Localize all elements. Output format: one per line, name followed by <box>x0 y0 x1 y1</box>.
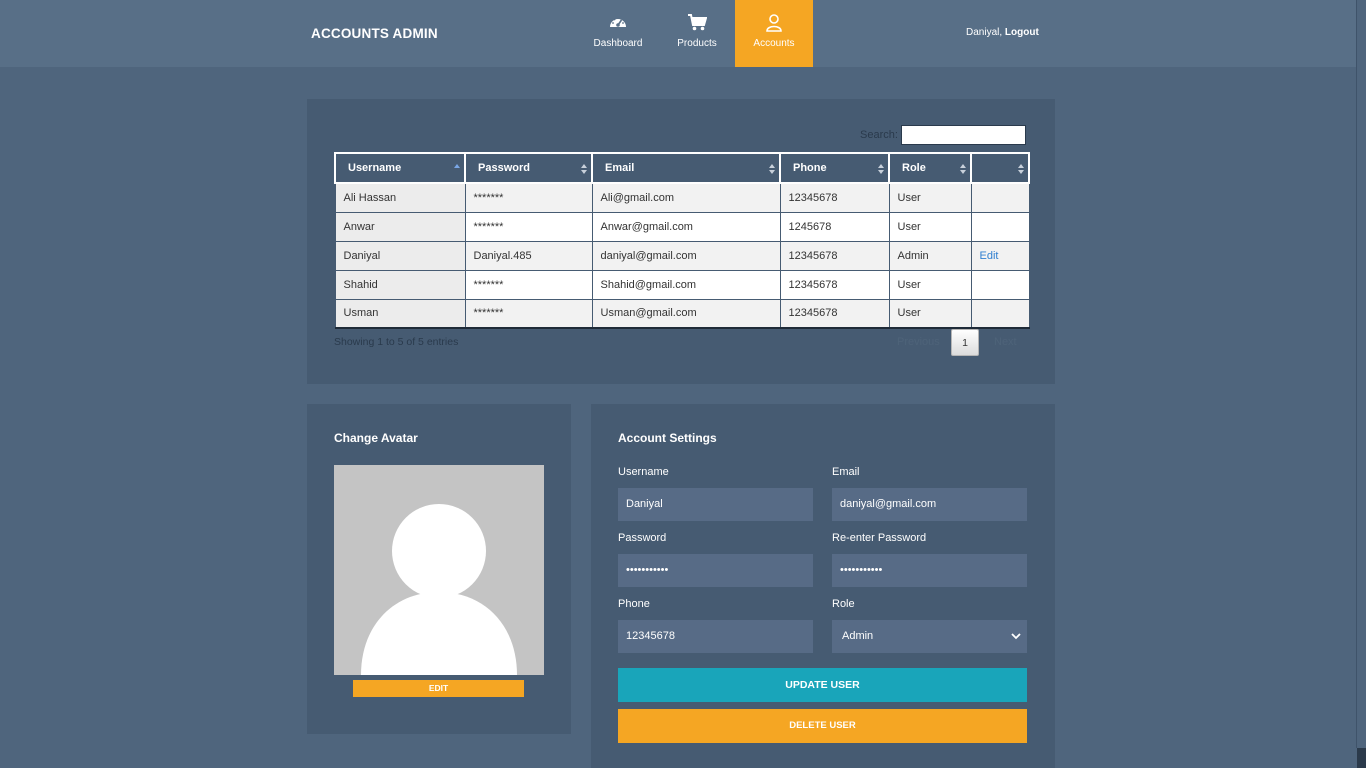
role-select-value: Admin <box>842 630 874 642</box>
logout-link[interactable]: Logout <box>1005 27 1039 38</box>
cell-phone: 12345678 <box>779 240 890 271</box>
pagination-previous[interactable]: Previous <box>897 336 940 348</box>
account-settings-title: Account Settings <box>618 431 717 445</box>
cell-username: Usman <box>334 298 466 329</box>
page-scrollbar[interactable] <box>1356 0 1366 748</box>
speedometer-icon <box>579 14 657 32</box>
cell-action <box>970 298 1030 329</box>
nav-dashboard[interactable]: Dashboard <box>579 0 657 67</box>
cell-password: ******* <box>464 182 593 213</box>
cell-email: Usman@gmail.com <box>591 298 781 329</box>
column-label: Email <box>605 162 635 174</box>
cart-icon <box>658 14 736 32</box>
cell-action <box>970 211 1030 242</box>
delete-user-button[interactable]: DELETE USER <box>618 709 1027 743</box>
cell-phone: 1245678 <box>779 211 890 242</box>
cell-phone: 12345678 <box>779 298 890 329</box>
accounts-table: Username Password Email Phone Role Ali H… <box>334 152 1030 329</box>
password-field[interactable]: ••••••••••• <box>618 554 813 587</box>
avatar-image <box>334 465 544 675</box>
cell-role: User <box>888 182 972 213</box>
nav-products-label: Products <box>677 38 717 49</box>
user-icon <box>735 14 813 32</box>
user-box: Daniyal, Logout <box>966 27 1039 38</box>
cell-role: User <box>888 269 972 300</box>
sort-icon <box>1018 164 1024 174</box>
nav-products[interactable]: Products <box>658 0 736 67</box>
cell-email: Shahid@gmail.com <box>591 269 781 300</box>
table-row: Ali Hassan ******* Ali@gmail.com 1234567… <box>334 182 1030 213</box>
cell-role: Admin <box>888 240 972 271</box>
cell-email: Ali@gmail.com <box>591 182 781 213</box>
pagination-next[interactable]: Next <box>994 336 1017 348</box>
role-label: Role <box>832 598 855 610</box>
cell-username: Ali Hassan <box>334 182 466 213</box>
chevron-down-icon <box>1011 620 1021 667</box>
search-label: Search: <box>860 129 898 141</box>
nav-accounts-label: Accounts <box>753 38 795 49</box>
edit-user-link[interactable]: Edit <box>980 250 999 262</box>
column-header-actions[interactable] <box>970 152 1030 184</box>
cell-password: ******* <box>464 269 593 300</box>
reenter-password-label: Re-enter Password <box>832 532 927 544</box>
scrollbar-corner <box>1357 748 1366 768</box>
column-header-phone[interactable]: Phone <box>779 152 890 184</box>
password-label: Password <box>618 532 667 544</box>
cell-password: Daniyal.485 <box>464 240 593 271</box>
column-label: Phone <box>793 162 827 174</box>
search-input[interactable] <box>901 125 1026 145</box>
email-label: Email <box>832 466 860 478</box>
table-row: Anwar ******* Anwar@gmail.com 1245678 Us… <box>334 211 1030 242</box>
cell-email: daniyal@gmail.com <box>591 240 781 271</box>
cell-role: User <box>888 211 972 242</box>
table-info: Showing 1 to 5 of 5 entries <box>334 336 459 348</box>
cell-password: ******* <box>464 211 593 242</box>
table-row: Usman ******* Usman@gmail.com 12345678 U… <box>334 298 1030 329</box>
column-header-username[interactable]: Username <box>334 152 466 184</box>
column-label: Username <box>348 162 402 174</box>
column-header-role[interactable]: Role <box>888 152 972 184</box>
table-row: Daniyal Daniyal.485 daniyal@gmail.com 12… <box>334 240 1030 271</box>
update-user-button[interactable]: UPDATE USER <box>618 668 1027 702</box>
cell-username: Daniyal <box>334 240 466 271</box>
username-field[interactable]: Daniyal <box>618 488 813 521</box>
column-header-email[interactable]: Email <box>591 152 781 184</box>
nav-dashboard-label: Dashboard <box>593 38 643 49</box>
cell-action: Edit <box>970 240 1030 271</box>
sort-icon <box>878 164 884 174</box>
sort-ascending-icon <box>454 164 460 168</box>
table-header-row: Username Password Email Phone Role <box>334 152 1030 184</box>
table-row: Shahid ******* Shahid@gmail.com 12345678… <box>334 269 1030 300</box>
sort-icon <box>581 164 587 174</box>
cell-password: ******* <box>464 298 593 329</box>
cell-username: Anwar <box>334 211 466 242</box>
cell-phone: 12345678 <box>779 269 890 300</box>
avatar-panel-title: Change Avatar <box>334 431 418 445</box>
phone-field[interactable]: 12345678 <box>618 620 813 653</box>
top-navbar: ACCOUNTS ADMIN Dashboard Products Accoun… <box>0 0 1366 67</box>
edit-avatar-button[interactable]: EDIT <box>353 680 524 697</box>
nav-accounts[interactable]: Accounts <box>735 0 813 67</box>
phone-label: Phone <box>618 598 650 610</box>
cell-username: Shahid <box>334 269 466 300</box>
cell-email: Anwar@gmail.com <box>591 211 781 242</box>
role-select[interactable]: Admin <box>832 620 1027 653</box>
email-field[interactable]: daniyal@gmail.com <box>832 488 1027 521</box>
cell-action <box>970 269 1030 300</box>
app-brand: ACCOUNTS ADMIN <box>311 26 438 41</box>
reenter-password-field[interactable]: ••••••••••• <box>832 554 1027 587</box>
cell-action <box>970 182 1030 213</box>
current-user-name: Daniyal, <box>966 27 1003 38</box>
column-header-password[interactable]: Password <box>464 152 593 184</box>
username-label: Username <box>618 466 669 478</box>
cell-role: User <box>888 298 972 329</box>
pagination-page-1[interactable]: 1 <box>951 329 979 356</box>
sort-icon <box>769 164 775 174</box>
default-user-avatar-icon <box>361 504 517 675</box>
column-label: Role <box>902 162 926 174</box>
column-label: Password <box>478 162 530 174</box>
cell-phone: 12345678 <box>779 182 890 213</box>
sort-icon <box>960 164 966 174</box>
